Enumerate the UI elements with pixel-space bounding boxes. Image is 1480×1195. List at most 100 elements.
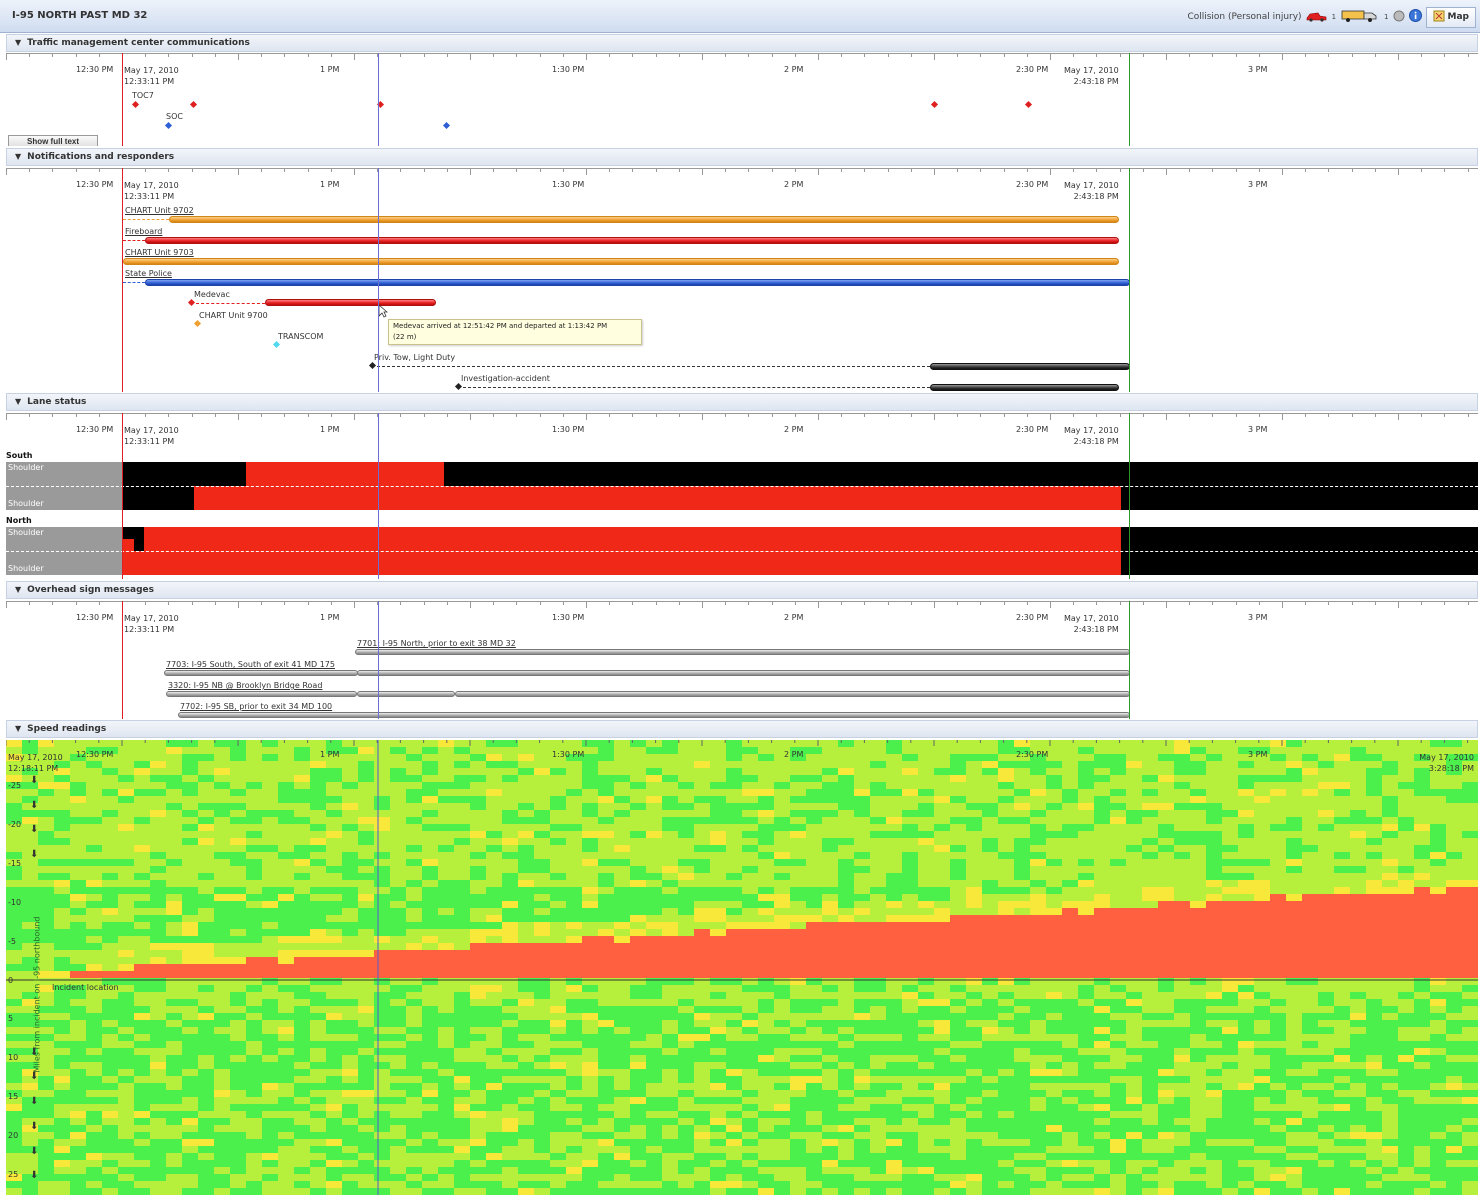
sign-message-bar[interactable] (178, 712, 1130, 718)
speed-cell (374, 1090, 391, 1098)
section-header-lane-status[interactable]: ▼ Lane status (6, 393, 1478, 411)
lane-closed-segment[interactable] (122, 539, 134, 551)
show-full-text-button[interactable]: Show full text (8, 135, 98, 146)
sign-message-bar[interactable] (355, 649, 1130, 655)
lane-open-segment[interactable] (444, 474, 1478, 486)
speed-cell (166, 957, 183, 965)
ruler-tick (1444, 602, 1446, 605)
lane-closed-segment[interactable] (122, 563, 134, 575)
time-cursor-line[interactable] (378, 53, 379, 146)
speed-cell (150, 887, 167, 895)
speed-cell (870, 1132, 887, 1140)
collapse-triangle-icon[interactable]: ▼ (15, 38, 21, 47)
tmc-message-marker[interactable] (442, 121, 451, 130)
tmc-message-marker[interactable] (131, 100, 140, 109)
sign-message-bar[interactable] (164, 670, 358, 676)
lane-open-segment[interactable] (122, 462, 246, 474)
globe-icon[interactable] (1393, 10, 1405, 25)
speed-cell (822, 1174, 839, 1182)
speed-cell (54, 838, 71, 846)
lane-open-segment[interactable] (122, 527, 134, 539)
notified-marker[interactable] (193, 319, 202, 328)
speed-cell (246, 775, 263, 783)
section-header-speed[interactable]: ▼ Speed readings (6, 720, 1478, 738)
notified-marker[interactable] (187, 298, 196, 307)
notified-marker[interactable] (454, 382, 463, 391)
collapse-triangle-icon[interactable]: ▼ (15, 152, 21, 161)
speed-cell (550, 1174, 567, 1182)
lane-closed-segment[interactable] (194, 486, 1121, 498)
speed-cell (614, 796, 631, 804)
responder-bar-fireboard[interactable] (145, 237, 1119, 244)
speed-cell (982, 1013, 999, 1021)
speed-cell (518, 929, 535, 937)
responder-bar-chart-9702[interactable] (169, 216, 1119, 223)
lane-open-segment[interactable] (1121, 527, 1478, 539)
time-cursor-line[interactable] (378, 413, 379, 579)
lane-open-segment[interactable] (1121, 563, 1478, 575)
lane-closed-segment[interactable] (246, 474, 444, 486)
sign-message-bar[interactable] (166, 691, 357, 697)
time-cursor-line[interactable] (378, 168, 379, 392)
speed-cell (310, 761, 327, 769)
responder-bar-investigation[interactable] (930, 384, 1119, 391)
lane-open-segment[interactable] (122, 486, 194, 498)
speed-cell (422, 978, 439, 986)
lane-open-segment[interactable] (1121, 551, 1478, 563)
lane-open-segment[interactable] (444, 462, 1478, 474)
section-header-signs[interactable]: ▼ Overhead sign messages (6, 581, 1478, 599)
tmc-message-marker[interactable] (930, 100, 939, 109)
lane-closed-segment[interactable] (144, 527, 1121, 539)
speed-heatmap[interactable]: May 17, 2010 12:18:11 PM May 17, 2010 3:… (6, 740, 1478, 1195)
time-cursor-line[interactable] (378, 601, 379, 719)
tmc-message-marker[interactable] (189, 100, 198, 109)
speed-cell (70, 817, 87, 825)
tmc-message-marker[interactable] (1024, 100, 1033, 109)
ruler-tick (1212, 54, 1214, 57)
notified-marker[interactable] (272, 340, 281, 349)
speed-cell (886, 775, 903, 783)
speed-cell (278, 1090, 295, 1098)
lane-open-segment[interactable] (122, 474, 246, 486)
responder-bar-medevac[interactable] (265, 299, 436, 306)
lane-open-segment[interactable] (1121, 498, 1478, 510)
speed-cell (902, 1020, 919, 1028)
speed-cell (774, 761, 791, 769)
ruler-tick (1421, 169, 1423, 172)
lane-closed-segment[interactable] (122, 551, 134, 563)
section-header-notifications[interactable]: ▼ Notifications and responders (6, 148, 1478, 166)
lane-closed-segment[interactable] (134, 563, 1121, 575)
speed-cell (790, 1062, 807, 1070)
speed-cell (550, 1083, 567, 1091)
speed-cell (326, 1104, 343, 1112)
section-header-tmc[interactable]: ▼ Traffic management center communication… (6, 34, 1478, 52)
lane-closed-segment[interactable] (134, 551, 1121, 563)
speed-cell (694, 880, 711, 888)
speed-cell (1078, 740, 1095, 748)
speed-cell (38, 1167, 55, 1175)
sign-message-bar[interactable] (455, 691, 1130, 697)
lane-open-segment[interactable] (122, 498, 194, 510)
speed-cell (854, 1174, 871, 1182)
info-icon[interactable] (1408, 9, 1422, 25)
lane-closed-segment[interactable] (246, 462, 444, 474)
lane-closed-segment[interactable] (134, 539, 1121, 551)
collapse-triangle-icon[interactable]: ▼ (15, 724, 21, 733)
speed-cell (454, 1160, 471, 1168)
speed-cell (1046, 761, 1063, 769)
tmc-message-marker[interactable] (164, 121, 173, 130)
responder-bar-tow[interactable] (930, 363, 1130, 370)
lane-closed-segment[interactable] (194, 498, 1121, 510)
lane-open-segment[interactable] (1121, 539, 1478, 551)
speed-cell (326, 1160, 343, 1168)
responder-bar-chart-9703[interactable] (123, 258, 1119, 265)
collapse-triangle-icon[interactable]: ▼ (15, 585, 21, 594)
speed-cell (950, 1167, 967, 1175)
responder-bar-state-police[interactable] (145, 279, 1130, 286)
sign-message-bar[interactable] (357, 691, 455, 697)
sign-message-bar[interactable] (357, 670, 1130, 676)
collapse-triangle-icon[interactable]: ▼ (15, 397, 21, 406)
notified-marker[interactable] (368, 361, 377, 370)
lane-open-segment[interactable] (1121, 486, 1478, 498)
map-button[interactable]: Map (1425, 6, 1476, 28)
